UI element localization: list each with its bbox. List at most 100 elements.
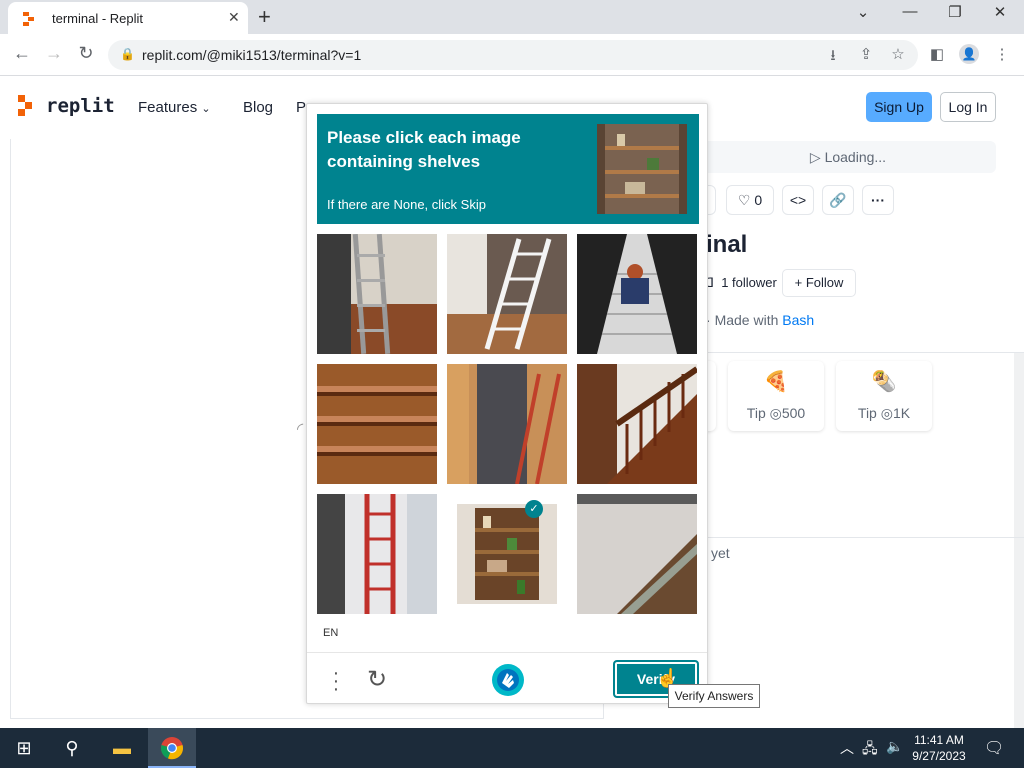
menu-dots-icon[interactable]: · · · bbox=[331, 663, 341, 699]
tip-text: Tip bbox=[746, 405, 766, 421]
like-count: 0 bbox=[754, 192, 763, 208]
empty-state-text: yet bbox=[711, 545, 730, 561]
log-in-button[interactable]: Log In bbox=[940, 92, 996, 122]
share-icon[interactable]: ⇪ bbox=[856, 45, 876, 63]
made-with: · Made with Bash bbox=[706, 312, 815, 328]
tab-title: terminal - Replit bbox=[52, 11, 144, 26]
chevron-down-icon: ⌄ bbox=[201, 103, 211, 115]
like-button[interactable]: ♡ 0 bbox=[726, 185, 774, 215]
language-link[interactable]: Bash bbox=[782, 312, 814, 328]
clock-date: 9/27/2023 bbox=[912, 749, 966, 763]
tip-text: Tip bbox=[857, 405, 877, 421]
close-window-icon[interactable]: ✕ bbox=[985, 3, 1015, 21]
follow-label: Follow bbox=[805, 275, 844, 290]
new-tab-icon[interactable]: + bbox=[258, 4, 271, 30]
chrome-icon[interactable] bbox=[148, 728, 196, 768]
challenge-image-9[interactable] bbox=[577, 494, 697, 614]
spinner-icon: ◜ bbox=[297, 421, 304, 438]
heart-icon: ♡ bbox=[737, 192, 751, 208]
play-icon: ▷ bbox=[809, 149, 821, 165]
follower-count: ᗡ 1 follower bbox=[704, 275, 777, 291]
address-bar[interactable]: 🔒 replit.com/@miki1513/terminal?v=1 bbox=[108, 40, 918, 70]
challenge-image-2[interactable] bbox=[447, 234, 567, 354]
side-panel-icon[interactable]: ◧ bbox=[927, 45, 947, 63]
challenge-prompt: Please click each image containing shelv… bbox=[327, 128, 521, 171]
tip-card-burrito[interactable]: 🌯 Tip ◎1K bbox=[836, 361, 932, 431]
browser-title-bar: terminal - Replit ✕ + ⌄ — ❐ ✕ bbox=[0, 0, 1024, 34]
nav-features-label: Features bbox=[138, 99, 198, 116]
challenge-image-4[interactable] bbox=[317, 364, 437, 484]
language-selector[interactable]: EN bbox=[323, 627, 338, 639]
tip-card-pizza[interactable]: 🍕 Tip ◎500 bbox=[728, 361, 824, 431]
run-loading-button[interactable]: ▷ Loading... bbox=[700, 141, 996, 173]
minimize-icon[interactable]: — bbox=[895, 3, 925, 20]
link-icon[interactable]: 🔗 bbox=[822, 185, 854, 215]
nav-features[interactable]: Features ⌄ bbox=[138, 99, 211, 116]
lock-icon[interactable]: 🔒 bbox=[120, 47, 135, 61]
sign-up-button[interactable]: Sign Up bbox=[866, 92, 932, 122]
browser-tab[interactable]: terminal - Replit ✕ bbox=[8, 2, 248, 34]
hcaptcha-logo-icon[interactable] bbox=[491, 663, 525, 697]
tab-search-icon[interactable]: ⌄ bbox=[848, 3, 878, 21]
divider bbox=[700, 537, 1024, 538]
tab-close-icon[interactable]: ✕ bbox=[228, 9, 240, 26]
windows-taskbar: ⊞ ⚲ ▬ ︿ 🖧 🔈 11:41 AM 9/27/2023 🗨 bbox=[0, 728, 1024, 768]
file-explorer-icon[interactable]: ▬ bbox=[98, 728, 146, 768]
back-icon[interactable]: ← bbox=[10, 43, 34, 64]
challenge-subprompt: If there are None, click Skip bbox=[327, 197, 486, 212]
challenge-image-6[interactable] bbox=[577, 364, 697, 484]
challenge-image-1[interactable] bbox=[317, 234, 437, 354]
tip-amount: 1K bbox=[892, 405, 911, 421]
replit-favicon-icon bbox=[23, 12, 34, 26]
page-scroll-gutter bbox=[1014, 353, 1024, 728]
browser-toolbar: ← → ↻ 🔒 replit.com/@miki1513/terminal?v=… bbox=[0, 34, 1024, 76]
challenge-image-3[interactable] bbox=[577, 234, 697, 354]
repl-title: inal bbox=[706, 231, 748, 258]
clock-time: 11:41 AM bbox=[914, 733, 964, 747]
pizza-icon: 🍕 bbox=[763, 371, 789, 393]
bookmark-star-icon[interactable]: ☆ bbox=[888, 45, 908, 63]
reload-icon[interactable]: ↻ bbox=[74, 43, 98, 64]
selected-check-icon: ✓ bbox=[525, 500, 543, 518]
system-clock[interactable]: 11:41 AM 9/27/2023 bbox=[904, 732, 974, 764]
divider bbox=[700, 352, 1024, 353]
volume-muted-icon[interactable]: 🔈 bbox=[886, 738, 903, 755]
nav-truncated[interactable]: P bbox=[296, 99, 306, 116]
restore-icon[interactable]: ❐ bbox=[940, 3, 970, 21]
challenge-footer: · · · ↻ Verify bbox=[307, 652, 707, 704]
challenge-image-7[interactable] bbox=[317, 494, 437, 614]
verify-tooltip: Verify Answers bbox=[668, 684, 760, 708]
burrito-icon: 🌯 bbox=[871, 371, 897, 393]
forward-icon[interactable]: → bbox=[42, 43, 66, 64]
notifications-icon[interactable]: 🗨 bbox=[984, 738, 1004, 758]
show-hidden-icons-icon[interactable]: ︿ bbox=[840, 738, 854, 758]
follower-label: 1 follower bbox=[721, 275, 777, 290]
challenge-image-8-selected[interactable]: ✓ bbox=[447, 494, 567, 614]
plus-icon: + bbox=[794, 275, 803, 290]
start-windows-icon[interactable]: ⊞ bbox=[0, 728, 48, 768]
search-icon[interactable]: ⚲ bbox=[48, 728, 96, 768]
loading-label: Loading... bbox=[824, 149, 887, 165]
embed-code-icon[interactable]: <> bbox=[782, 185, 814, 215]
follow-button[interactable]: + Follow bbox=[782, 269, 856, 297]
replit-logo-text[interactable]: replit bbox=[46, 95, 115, 117]
hcaptcha-challenge: Please click each image containing shelv… bbox=[306, 103, 708, 704]
tip-label: Tip ◎1K bbox=[836, 405, 932, 422]
url-text[interactable]: replit.com/@miki1513/terminal?v=1 bbox=[142, 47, 361, 63]
nav-blog[interactable]: Blog bbox=[243, 99, 273, 116]
challenge-header: Please click each image containing shelv… bbox=[317, 114, 699, 224]
chrome-icon-glyph bbox=[161, 737, 183, 760]
cycles-icon: ◎ bbox=[880, 405, 893, 421]
cycles-icon: ◎ bbox=[769, 405, 782, 421]
download-icon[interactable]: ⭳ bbox=[823, 45, 843, 70]
more-options-icon[interactable]: ··· bbox=[862, 185, 894, 215]
refresh-challenge-icon[interactable]: ↻ bbox=[367, 665, 387, 694]
challenge-image-5[interactable] bbox=[447, 364, 567, 484]
example-image bbox=[597, 124, 687, 214]
replit-logo-icon[interactable] bbox=[18, 95, 38, 117]
profile-avatar-icon[interactable]: 👤 bbox=[959, 44, 979, 64]
made-with-label: Made with bbox=[714, 312, 779, 328]
browser-menu-icon[interactable]: ⋮ bbox=[992, 45, 1012, 63]
tip-amount: 500 bbox=[781, 405, 806, 421]
network-icon[interactable]: 🖧 bbox=[862, 738, 878, 762]
